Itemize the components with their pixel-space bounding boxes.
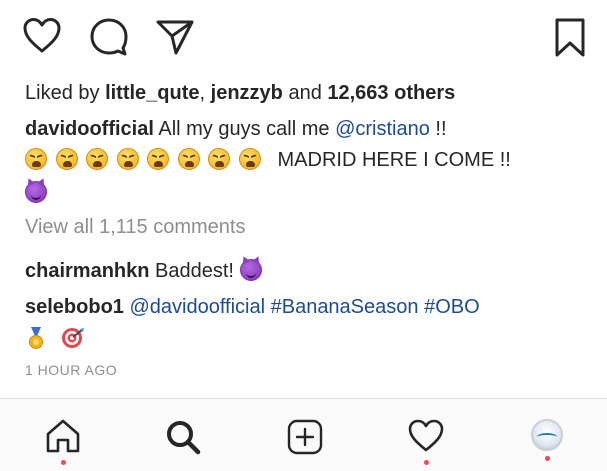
post-timestamp: 1 HOUR AGO [25,362,118,378]
likes-separator: , [199,82,211,104]
tab-profile[interactable] [527,419,567,461]
caption-text-line2: MADRID HERE I COME !! [277,149,511,171]
heart-icon[interactable] [23,18,61,54]
tab-search[interactable] [163,419,203,459]
tired-face-emoji [86,148,109,170]
profile-avatar [531,419,563,451]
smiling-devil-emoji [25,181,47,203]
tired-face-emoji [238,148,261,170]
direct-hit-emoji [61,328,84,348]
tired-face-emoji [147,148,170,170]
comment-row: selebobo1 @davidoofficial #BananaSeason … [25,294,480,320]
caption-text-end: !! [429,118,447,140]
medal-emoji [29,327,43,349]
likes-prefix: Liked by [25,82,106,104]
paper-plane-icon[interactable] [156,18,194,56]
bottom-tab-bar [0,398,607,471]
smiling-devil-emoji [239,259,262,281]
caption-line-2: MADRID HERE I COME !! [25,147,511,173]
heart-icon [408,419,444,452]
notification-dot [545,456,550,461]
tired-face-emoji [55,148,78,170]
comment-hashtags[interactable]: #BananaSeason #OBO [265,296,480,318]
caption-line-3 [25,180,50,206]
likes-summary: Liked by little_qute, jenzzyb and 12,663… [25,80,455,106]
search-icon [167,421,201,455]
caption-text: All my guys call me [153,118,336,140]
likes-others-count[interactable]: 12,663 others [327,82,455,104]
caption-username[interactable]: davidoofficial [25,118,154,140]
bookmark-icon[interactable] [555,18,585,58]
tab-activity[interactable] [406,419,446,465]
home-icon [46,419,80,453]
comment-username[interactable]: chairmanhkn [25,260,149,282]
notification-dot [61,460,66,465]
view-all-comments-link[interactable]: View all 1,115 comments [25,214,245,240]
tired-face-emoji [208,148,231,170]
caption-mention[interactable]: @cristiano [335,118,430,140]
notification-dot [424,460,429,465]
caption-line-1: davidoofficial All my guys call me @cris… [25,116,447,142]
comment-text: Baddest! [149,260,240,282]
add-post-icon [287,419,323,455]
tab-add-post[interactable] [285,419,325,459]
comment-username[interactable]: selebobo1 [25,296,124,318]
comment-emoji-row [25,326,85,352]
liker-username[interactable]: little_qute [105,82,199,104]
likes-and: and [282,82,328,104]
comment-bubble-icon[interactable] [90,18,128,56]
tired-face-emoji [177,148,200,170]
tab-home[interactable] [43,419,83,465]
tired-face-emoji [116,148,139,170]
comment-row: chairmanhkn Baddest! [25,258,265,284]
comment-mention[interactable]: @davidoofficial [124,296,265,318]
liker-username[interactable]: jenzzyb [211,82,283,104]
post-action-bar [18,18,589,62]
tired-face-emoji [25,148,47,170]
